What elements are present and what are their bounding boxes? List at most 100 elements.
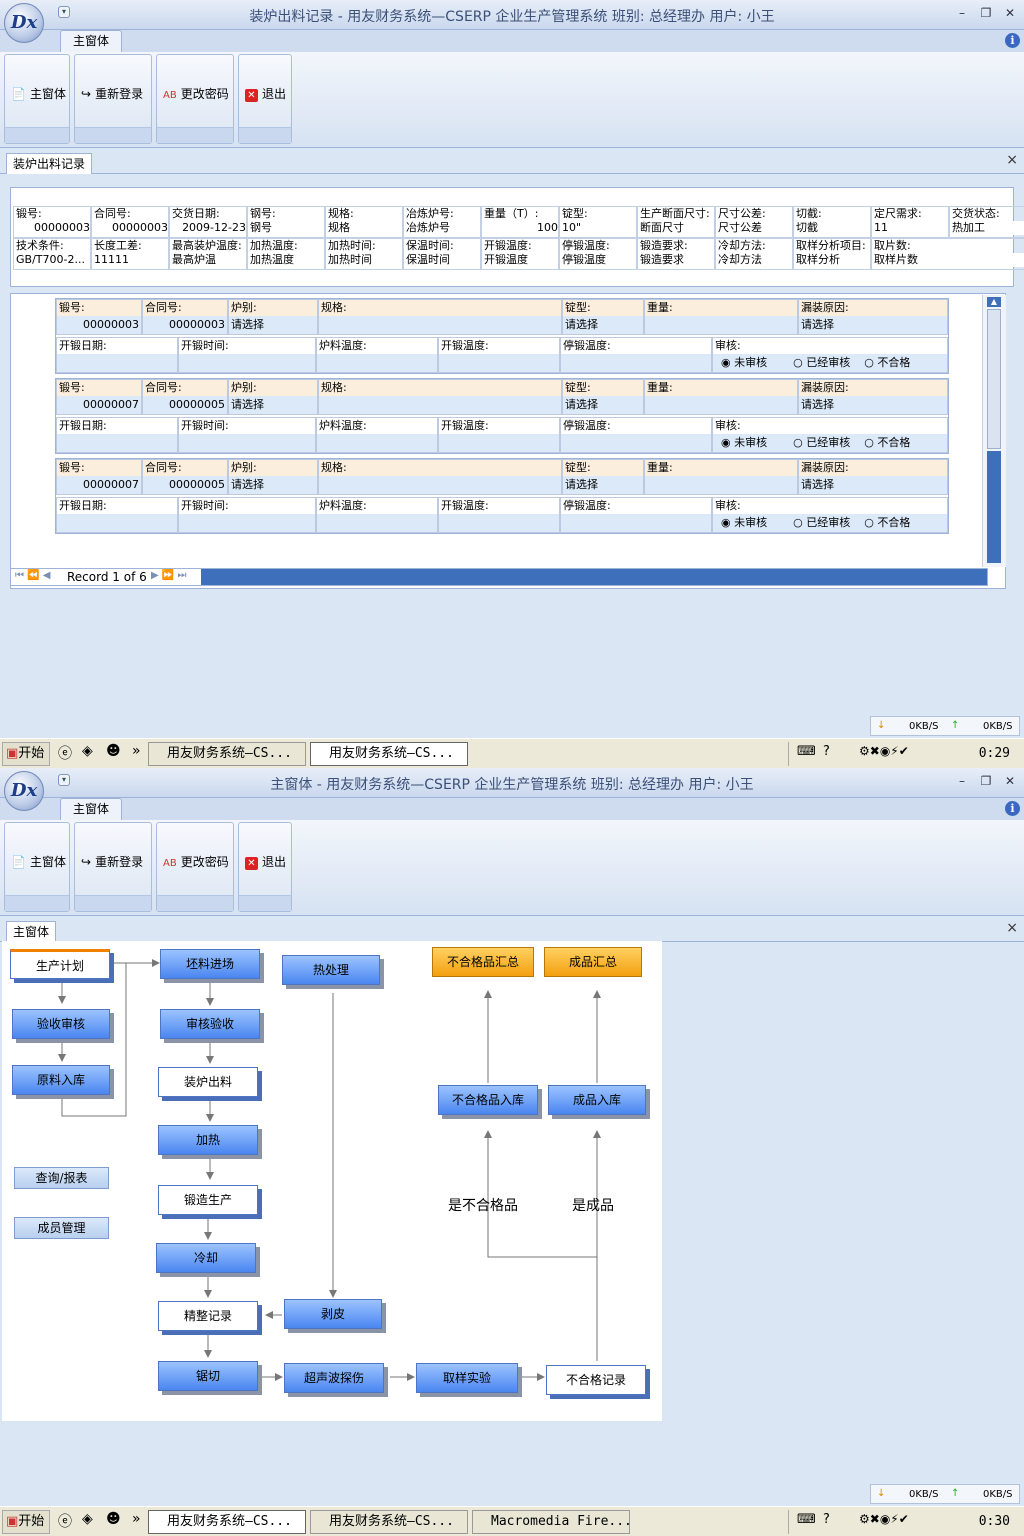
node-raw-storage[interactable]: 原料入库: [12, 1065, 110, 1095]
main-window-button[interactable]: 📄 主窗体: [11, 853, 66, 870]
record-field-furnace[interactable]: 炉别: 请选择: [228, 459, 318, 495]
record-field-forge_no[interactable]: 锻号: 00000007: [56, 459, 142, 495]
node-finishing[interactable]: 精整记录: [158, 1301, 258, 1331]
record-value[interactable]: [179, 514, 315, 532]
ie-icon[interactable]: ⓔ: [58, 743, 72, 763]
record-value[interactable]: [645, 316, 797, 334]
overflow-icon[interactable]: »: [132, 743, 141, 759]
record-value[interactable]: [561, 354, 711, 372]
nav-first-icons[interactable]: ⏮ ⏪ ◀: [15, 570, 51, 581]
record-value[interactable]: [317, 514, 437, 532]
record-value[interactable]: [319, 396, 561, 414]
node-review[interactable]: 审核验收: [160, 1009, 260, 1039]
record-value[interactable]: 请选择: [229, 476, 317, 494]
record-value[interactable]: 00000007: [57, 396, 141, 414]
field-form_row2-5[interactable]: 保温时间: 保温时间: [403, 238, 481, 270]
field-form_row1-11[interactable]: 定尺需求: 11: [871, 206, 949, 238]
record-field-forge_no[interactable]: 锻号: 00000007: [56, 379, 142, 415]
record-value[interactable]: [179, 434, 315, 452]
record-field-ingot[interactable]: 锭型: 请选择: [562, 299, 644, 335]
member-management-button[interactable]: 成员管理: [14, 1217, 109, 1239]
record-field-date[interactable]: 开锻日期:: [56, 497, 178, 533]
field-value[interactable]: 加热时间: [326, 253, 402, 267]
radio-rejected[interactable]: ○ 不合格: [864, 356, 910, 369]
field-form_row2-10[interactable]: 取样分析项目: 取样分析: [793, 238, 871, 270]
node-heating[interactable]: 加热: [158, 1125, 258, 1155]
radio-rejected[interactable]: ○ 不合格: [864, 516, 910, 529]
record-value[interactable]: 请选择: [799, 396, 947, 414]
start-button[interactable]: ▣开始: [2, 742, 50, 766]
field-form_row1-5[interactable]: 冶炼炉号: 冶炼炉号: [403, 206, 481, 238]
node-peeling[interactable]: 剥皮: [284, 1299, 382, 1329]
info-icon[interactable]: i: [1005, 801, 1020, 816]
radio-reviewed[interactable]: ○ 已经审核: [793, 356, 850, 369]
record-field-ingot[interactable]: 锭型: 请选择: [562, 379, 644, 415]
record-value[interactable]: 00000003: [143, 316, 227, 334]
field-value[interactable]: 11: [872, 221, 948, 235]
field-form_row2-0[interactable]: 技术条件: GB/T700-2...: [13, 238, 91, 270]
field-form_row1-6[interactable]: 重量（T）: 100: [481, 206, 559, 238]
node-production-plan[interactable]: 生产计划: [10, 949, 110, 979]
record-field-leak[interactable]: 漏装原因: 请选择: [798, 299, 948, 335]
node-product-summary[interactable]: 成品汇总: [544, 947, 642, 977]
scroll-up-icon[interactable]: ▲: [987, 297, 1001, 307]
record-field-etemp[interactable]: 停锻温度:: [560, 337, 712, 373]
field-form_row1-4[interactable]: 规格: 规格: [325, 206, 403, 238]
field-form_row1-3[interactable]: 钢号: 钢号: [247, 206, 325, 238]
close-button[interactable]: ✕: [1000, 4, 1020, 22]
node-forging[interactable]: 锻造生产: [158, 1185, 258, 1215]
record-field-leak[interactable]: 漏装原因: 请选择: [798, 459, 948, 495]
record-field-leak[interactable]: 漏装原因: 请选择: [798, 379, 948, 415]
field-value[interactable]: 规格: [326, 221, 402, 235]
node-sampling[interactable]: 取样实验: [416, 1363, 518, 1393]
node-cooling[interactable]: 冷却: [156, 1243, 256, 1273]
exit-button[interactable]: ✕ 退出: [245, 853, 286, 870]
vertical-scrollbar[interactable]: ▲: [982, 295, 1006, 567]
node-reject-summary[interactable]: 不合格品汇总: [432, 947, 534, 977]
record-field-contract[interactable]: 合同号: 00000005: [142, 379, 228, 415]
field-form_row2-9[interactable]: 冷却方法: 冷却方法: [715, 238, 793, 270]
node-inspect[interactable]: 验收审核: [12, 1009, 110, 1039]
tray-icons[interactable]: ⚙✖◉⚡✔: [859, 1512, 909, 1526]
qq-icon[interactable]: ☻: [106, 1511, 121, 1527]
field-form_row1-12[interactable]: 交货状态: 热加工: [949, 206, 1024, 238]
exit-button[interactable]: ✕ 退出: [245, 85, 286, 102]
record-field-spec[interactable]: 规格:: [318, 299, 562, 335]
record-value[interactable]: [319, 476, 561, 494]
radio-reviewed[interactable]: ○ 已经审核: [793, 436, 850, 449]
node-product-storage[interactable]: 成品入库: [548, 1085, 646, 1115]
minimize-button[interactable]: –: [952, 4, 972, 22]
doc-tab-charge-record[interactable]: 装炉出料记录: [6, 153, 93, 174]
node-billet-entry[interactable]: 坯料进场: [160, 949, 260, 979]
record-value[interactable]: [317, 434, 437, 452]
help-icon[interactable]: ?: [823, 744, 830, 759]
horizontal-scrollbar[interactable]: [201, 569, 987, 585]
field-form_row2-11[interactable]: 取片数: 取样片数: [871, 238, 1024, 270]
record-value[interactable]: [317, 354, 437, 372]
record-value[interactable]: 00000005: [143, 476, 227, 494]
query-report-button[interactable]: 查询/报表: [14, 1167, 109, 1189]
field-value[interactable]: 尺寸公差: [716, 221, 792, 235]
task-button-3[interactable]: Macromedia Fire...: [472, 1510, 630, 1534]
record-value[interactable]: 00000003: [57, 316, 141, 334]
record-field-contract[interactable]: 合同号: 00000005: [142, 459, 228, 495]
field-value[interactable]: 锻造要求: [638, 253, 714, 267]
relogin-button[interactable]: ↪ 重新登录: [81, 85, 143, 102]
ribbon-tab-main[interactable]: 主窗体: [60, 798, 123, 820]
field-form_row1-1[interactable]: 合同号: 00000003: [91, 206, 169, 238]
record-field-stemp[interactable]: 开锻温度:: [438, 417, 560, 453]
field-form_row1-0[interactable]: 锻号: 00000003: [13, 206, 91, 238]
radio-reviewed[interactable]: ○ 已经审核: [793, 516, 850, 529]
node-sawing[interactable]: 锯切: [158, 1361, 258, 1391]
restore-button[interactable]: ❐: [976, 772, 996, 790]
record-field-date[interactable]: 开锻日期:: [56, 417, 178, 453]
app-icon[interactable]: ◈: [82, 1511, 93, 1527]
field-form_row2-4[interactable]: 加热时间: 加热时间: [325, 238, 403, 270]
record-field-stemp[interactable]: 开锻温度:: [438, 337, 560, 373]
node-ultrasonic[interactable]: 超声波探伤: [284, 1363, 384, 1393]
field-value[interactable]: 断面尺寸: [638, 221, 714, 235]
field-form_row1-9[interactable]: 尺寸公差: 尺寸公差: [715, 206, 793, 238]
field-value[interactable]: 11111: [92, 253, 168, 267]
record-value[interactable]: 00000007: [57, 476, 141, 494]
field-value[interactable]: 钢号: [248, 221, 324, 235]
